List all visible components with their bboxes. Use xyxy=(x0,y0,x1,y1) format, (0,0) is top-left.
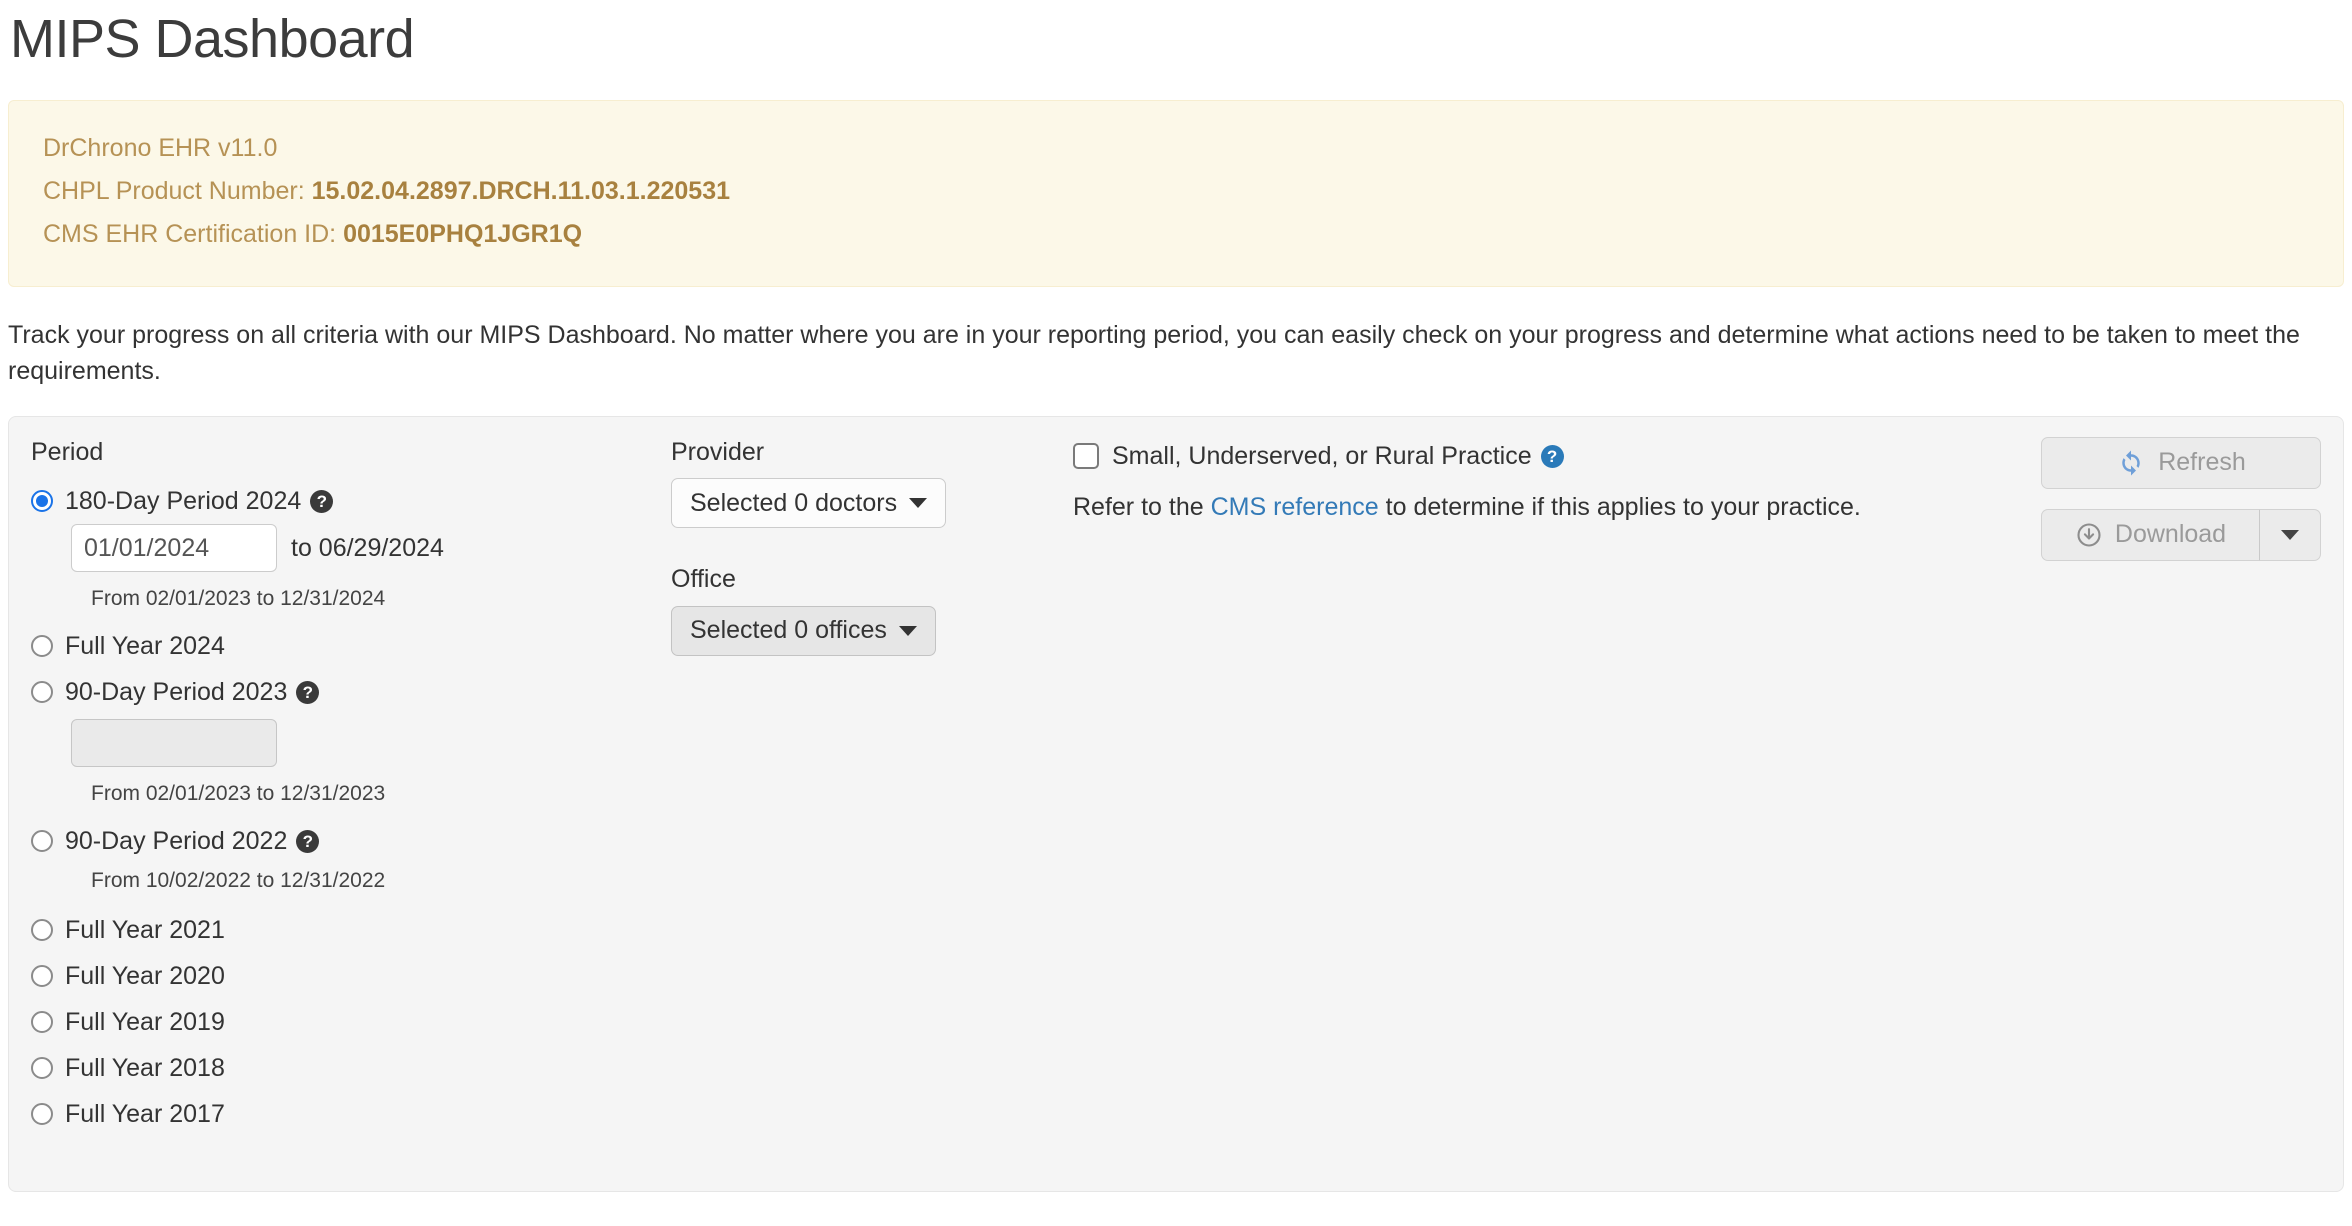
radio-option-full-year-2018[interactable]: Full Year 2018 xyxy=(31,1045,671,1091)
provider-dropdown-value: Selected 0 doctors xyxy=(690,488,898,517)
certification-alert: DrChrono EHR v11.0 CHPL Product Number: … xyxy=(8,100,2344,288)
radio-option-full-year-2017[interactable]: Full Year 2017 xyxy=(31,1091,671,1137)
radio-label-180-day-2024: 180-Day Period 2024 xyxy=(65,486,302,515)
start-date-input-2023[interactable] xyxy=(71,719,277,768)
chpl-product-number-line: CHPL Product Number: 15.02.04.2897.DRCH.… xyxy=(43,170,2309,213)
start-date-input-2024[interactable] xyxy=(71,524,277,573)
radio-label-full-year-2024: Full Year 2024 xyxy=(65,631,225,660)
help-icon-90-day-2023[interactable]: ? xyxy=(296,680,320,704)
cms-label: CMS EHR Certification ID: xyxy=(43,220,344,249)
provider-dropdown-button[interactable]: Selected 0 doctors xyxy=(671,478,947,529)
small-practice-column: Small, Underserved, or Rural Practice ? … xyxy=(1073,439,1993,522)
filter-panel: Period 180-Day Period 2024 ? to 06/29/20… xyxy=(8,415,2344,1192)
period-label: Period xyxy=(31,437,104,466)
radio-180-day-2024[interactable] xyxy=(31,490,53,513)
actions-column: Refresh Download xyxy=(2041,436,2321,561)
radio-full-year-2024[interactable] xyxy=(31,635,53,658)
radio-label-full-year-2020: Full Year 2020 xyxy=(65,961,225,990)
period-column: Period 180-Day Period 2024 ? to 06/29/20… xyxy=(31,437,671,1138)
cms-value: 0015E0PHQ1JGR1Q xyxy=(343,220,583,249)
download-button[interactable]: Download xyxy=(2041,508,2259,561)
chpl-label: CHPL Product Number: xyxy=(43,177,312,206)
radio-90-day-2023[interactable] xyxy=(31,681,53,704)
chevron-down-icon-download xyxy=(2281,529,2299,540)
refresh-button[interactable]: Refresh xyxy=(2041,436,2321,489)
radio-label-full-year-2017: Full Year 2017 xyxy=(65,1099,225,1128)
radio-option-180-day-2024[interactable]: 180-Day Period 2024 ? xyxy=(31,478,671,524)
cms-certification-id-line: CMS EHR Certification ID: 0015E0PHQ1JGR1… xyxy=(43,213,2309,256)
radio-label-full-year-2019: Full Year 2019 xyxy=(65,1007,225,1036)
office-dropdown-button[interactable]: Selected 0 offices xyxy=(671,605,936,656)
small-practice-checkbox-row[interactable]: Small, Underserved, or Rural Practice ? xyxy=(1073,442,1993,471)
intro-paragraph: Track your progress on all criteria with… xyxy=(8,321,2300,386)
chevron-down-icon-provider xyxy=(909,498,928,509)
range-note-2024: From 02/01/2023 to 12/31/2024 xyxy=(91,587,386,611)
radio-full-year-2021[interactable] xyxy=(31,919,53,942)
help-icon-180-day-2024[interactable]: ? xyxy=(310,489,334,513)
radio-label-full-year-2021: Full Year 2021 xyxy=(65,915,225,944)
date-row-2023 xyxy=(31,719,671,768)
radio-option-full-year-2020[interactable]: Full Year 2020 xyxy=(31,953,671,999)
radio-option-full-year-2021[interactable]: Full Year 2021 xyxy=(31,907,671,953)
page-title: MIPS Dashboard xyxy=(10,9,415,69)
download-icon xyxy=(2075,521,2103,549)
refer-prefix-text: Refer to the xyxy=(1073,492,1211,521)
download-button-label: Download xyxy=(2114,520,2227,549)
radio-label-full-year-2018: Full Year 2018 xyxy=(65,1053,225,1082)
radio-full-year-2019[interactable] xyxy=(31,1011,53,1034)
date-row-2024: to 06/29/2024 xyxy=(31,524,671,573)
chpl-value: 15.02.04.2897.DRCH.11.03.1.220531 xyxy=(311,177,731,206)
office-label: Office xyxy=(671,565,736,594)
cms-reference-line: Refer to the CMS reference to determine … xyxy=(1073,493,1993,522)
end-date-text-2024: to 06/29/2024 xyxy=(291,533,444,562)
cms-reference-link[interactable]: CMS reference xyxy=(1211,493,1379,521)
range-note-2023: From 02/01/2023 to 12/31/2023 xyxy=(91,782,386,806)
radio-full-year-2018[interactable] xyxy=(31,1057,53,1080)
radio-option-full-year-2024[interactable]: Full Year 2024 xyxy=(31,623,671,669)
page-root: MIPS Dashboard DrChrono EHR v11.0 CHPL P… xyxy=(0,0,2352,1192)
refer-suffix-text: to determine if this applies to your pra… xyxy=(1378,492,1861,521)
radio-option-90-day-2023[interactable]: 90-Day Period 2023 ? xyxy=(31,669,671,715)
range-note-2022: From 10/02/2022 to 12/31/2022 xyxy=(91,869,386,893)
radio-90-day-2022[interactable] xyxy=(31,830,53,853)
download-button-group: Download xyxy=(2041,508,2321,561)
provider-office-column: Provider Selected 0 doctors Office Selec… xyxy=(671,437,1051,656)
radio-full-year-2020[interactable] xyxy=(31,965,53,988)
chevron-down-icon-office xyxy=(898,625,917,636)
provider-label: Provider xyxy=(671,437,765,466)
ehr-version-line: DrChrono EHR v11.0 xyxy=(43,134,278,163)
radio-option-full-year-2019[interactable]: Full Year 2019 xyxy=(31,999,671,1045)
office-dropdown-value: Selected 0 offices xyxy=(690,616,887,645)
refresh-icon xyxy=(2116,448,2146,478)
help-icon-small-practice[interactable]: ? xyxy=(1540,444,1564,468)
radio-label-90-day-2023: 90-Day Period 2023 xyxy=(65,677,288,706)
refresh-button-label: Refresh xyxy=(2158,448,2246,477)
small-practice-label: Small, Underserved, or Rural Practice xyxy=(1112,441,1532,470)
radio-label-90-day-2022: 90-Day Period 2022 xyxy=(65,826,288,855)
help-icon-90-day-2022[interactable]: ? xyxy=(296,829,320,853)
radio-option-90-day-2022[interactable]: 90-Day Period 2022 ? xyxy=(31,818,671,864)
download-dropdown-toggle[interactable] xyxy=(2259,508,2321,561)
radio-full-year-2017[interactable] xyxy=(31,1103,53,1126)
small-practice-checkbox[interactable] xyxy=(1073,443,1099,470)
